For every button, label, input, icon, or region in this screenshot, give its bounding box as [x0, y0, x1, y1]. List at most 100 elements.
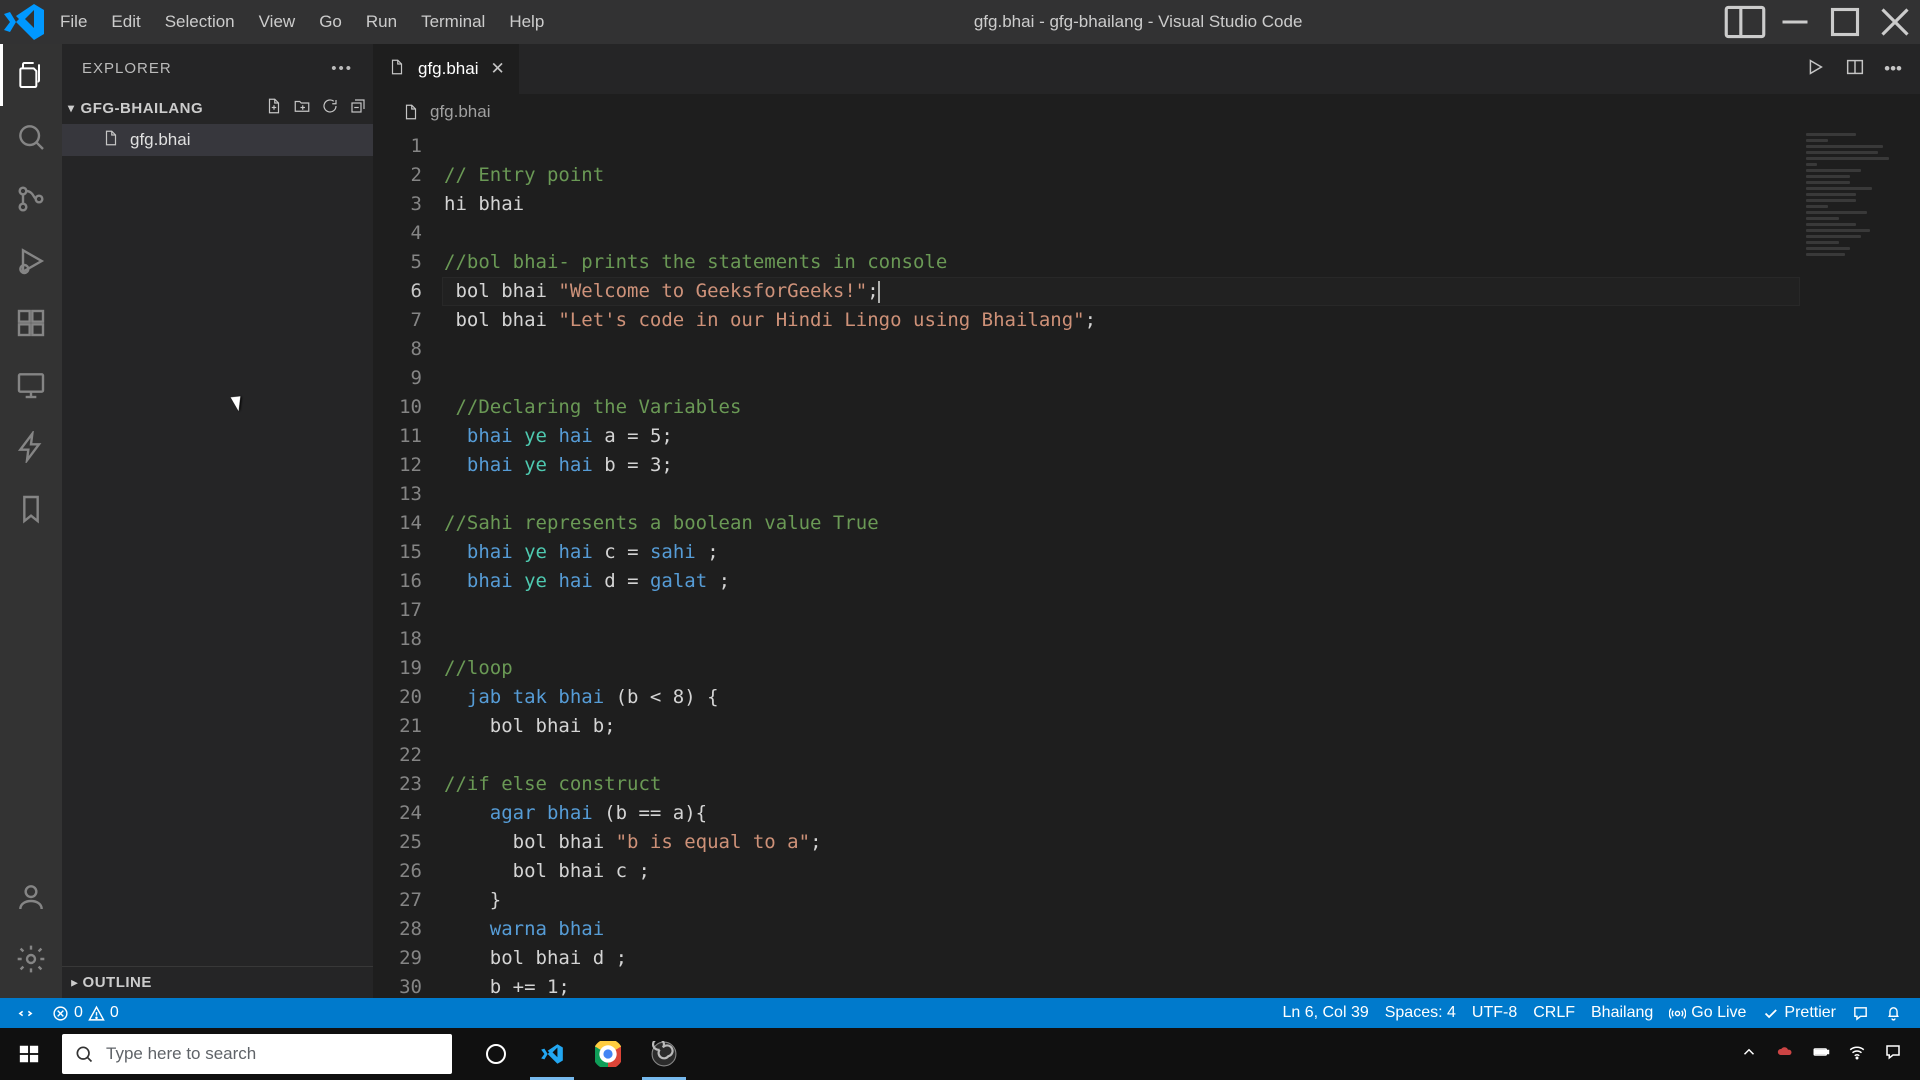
code-line[interactable] [444, 132, 1920, 161]
taskbar-search[interactable]: Type here to search [62, 1034, 452, 1074]
go-live-button[interactable]: Go Live [1661, 1004, 1754, 1022]
tab-label: gfg.bhai [418, 59, 479, 79]
activity-accounts-icon[interactable] [0, 866, 62, 928]
code-line[interactable]: bol bhai "Welcome to GeeksforGeeks!"; [444, 277, 1920, 306]
code-line[interactable]: //bol bhai- prints the statements in con… [444, 248, 1920, 277]
code-line[interactable]: jab tak bhai (b < 8) { [444, 683, 1920, 712]
collapse-all-icon[interactable] [349, 97, 367, 119]
code-line[interactable] [444, 480, 1920, 509]
code-line[interactable]: bhai ye hai c = sahi ; [444, 538, 1920, 567]
code-line[interactable]: //if else construct [444, 770, 1920, 799]
search-placeholder: Type here to search [106, 1044, 256, 1064]
code-line[interactable] [444, 741, 1920, 770]
file-item[interactable]: gfg.bhai [62, 124, 373, 156]
status-bar: 0 0 Ln 6, Col 39 Spaces: 4 UTF-8 CRLF Bh… [0, 998, 1920, 1028]
encoding-status[interactable]: UTF-8 [1464, 1004, 1525, 1022]
cursor-position[interactable]: Ln 6, Col 39 [1274, 1004, 1376, 1022]
code-editor[interactable]: // Entry pointhi bhai //bol bhai- prints… [444, 130, 1920, 998]
activity-remote-explorer-icon[interactable] [0, 354, 62, 416]
code-line[interactable] [444, 219, 1920, 248]
tray-action-center-icon[interactable] [1884, 1043, 1902, 1066]
tray-expand-icon[interactable] [1740, 1043, 1758, 1066]
sidebar-title: EXPLORER [82, 60, 172, 77]
file-name: gfg.bhai [130, 130, 191, 150]
eol-status[interactable]: CRLF [1525, 1004, 1583, 1022]
tray-onedrive-icon[interactable] [1776, 1043, 1794, 1066]
editor-tab[interactable]: gfg.bhai ✕ [374, 44, 520, 94]
code-line[interactable]: b += 1; [444, 973, 1920, 998]
new-file-icon[interactable] [265, 97, 283, 119]
code-line[interactable]: bhai ye hai a = 5; [444, 422, 1920, 451]
split-editor-icon[interactable] [1844, 56, 1866, 83]
editor-more-icon[interactable]: ••• [1884, 59, 1902, 79]
code-line[interactable]: bol bhai d ; [444, 944, 1920, 973]
layout-toggle-icon[interactable] [1720, 0, 1770, 44]
minimap[interactable] [1806, 130, 1916, 270]
code-line[interactable]: // Entry point [444, 161, 1920, 190]
chevron-down-icon: ▾ [68, 101, 75, 115]
activity-thunder-icon[interactable] [0, 416, 62, 478]
code-line[interactable]: warna bhai [444, 915, 1920, 944]
line-number-gutter: 1234567891011121314151617181920212223242… [374, 130, 444, 998]
tray-wifi-icon[interactable] [1848, 1043, 1866, 1066]
code-line[interactable]: bol bhai b; [444, 712, 1920, 741]
refresh-icon[interactable] [321, 97, 339, 119]
feedback-icon[interactable] [1844, 1004, 1877, 1022]
breadcrumb-file[interactable]: gfg.bhai [430, 102, 491, 122]
task-chrome-icon[interactable] [580, 1028, 636, 1080]
indent-status[interactable]: Spaces: 4 [1377, 1004, 1464, 1022]
code-line[interactable]: //Sahi represents a boolean value True [444, 509, 1920, 538]
activity-search-icon[interactable] [0, 106, 62, 168]
menu-go[interactable]: Go [307, 12, 354, 32]
task-vscode-icon[interactable] [524, 1028, 580, 1080]
tray-battery-icon[interactable] [1812, 1043, 1830, 1066]
outline-section[interactable]: ▾ OUTLINE [62, 966, 373, 998]
maximize-button[interactable] [1820, 0, 1870, 44]
file-icon [388, 58, 406, 81]
run-file-icon[interactable] [1804, 56, 1826, 83]
code-line[interactable]: hi bhai [444, 190, 1920, 219]
menu-file[interactable]: File [48, 12, 99, 32]
task-obs-icon[interactable] [636, 1028, 692, 1080]
menu-edit[interactable]: Edit [99, 12, 152, 32]
code-line[interactable]: agar bhai (b == a){ [444, 799, 1920, 828]
title-bar: FileEditSelectionViewGoRunTerminalHelp g… [0, 0, 1920, 44]
menu-selection[interactable]: Selection [153, 12, 247, 32]
start-button[interactable] [0, 1043, 58, 1065]
activity-source-control-icon[interactable] [0, 168, 62, 230]
activity-explorer-icon[interactable] [0, 44, 62, 106]
code-line[interactable]: //Declaring the Variables [444, 393, 1920, 422]
code-line[interactable] [444, 596, 1920, 625]
code-line[interactable] [444, 625, 1920, 654]
menu-help[interactable]: Help [497, 12, 556, 32]
code-line[interactable]: bol bhai "b is equal to a"; [444, 828, 1920, 857]
sidebar-more-icon[interactable]: ••• [331, 60, 353, 77]
tab-close-icon[interactable]: ✕ [491, 59, 505, 79]
activity-bookmarks-icon[interactable] [0, 478, 62, 540]
code-line[interactable]: bol bhai "Let's code in our Hindi Lingo … [444, 306, 1920, 335]
activity-run-debug-icon[interactable] [0, 230, 62, 292]
remote-indicator-icon[interactable] [10, 1005, 40, 1022]
activity-settings-icon[interactable] [0, 928, 62, 990]
code-line[interactable] [444, 364, 1920, 393]
notifications-icon[interactable] [1877, 1004, 1910, 1022]
code-line[interactable]: bhai ye hai b = 3; [444, 451, 1920, 480]
new-folder-icon[interactable] [293, 97, 311, 119]
code-line[interactable]: bol bhai c ; [444, 857, 1920, 886]
code-line[interactable]: //loop [444, 654, 1920, 683]
code-line[interactable] [444, 335, 1920, 364]
close-button[interactable] [1870, 0, 1920, 44]
menu-terminal[interactable]: Terminal [409, 12, 497, 32]
code-line[interactable]: } [444, 886, 1920, 915]
language-mode[interactable]: Bhailang [1583, 1004, 1661, 1022]
menu-view[interactable]: View [247, 12, 308, 32]
minimize-button[interactable] [1770, 0, 1820, 44]
problems-indicator[interactable]: 0 0 [44, 1004, 127, 1022]
activity-extensions-icon[interactable] [0, 292, 62, 354]
task-cortana-icon[interactable] [468, 1028, 524, 1080]
menu-run[interactable]: Run [354, 12, 409, 32]
code-line[interactable]: bhai ye hai d = galat ; [444, 567, 1920, 596]
workspace-header[interactable]: ▾ GFG-BHAILANG [62, 92, 373, 124]
warning-count: 0 [110, 1004, 119, 1022]
prettier-status[interactable]: Prettier [1754, 1004, 1844, 1022]
